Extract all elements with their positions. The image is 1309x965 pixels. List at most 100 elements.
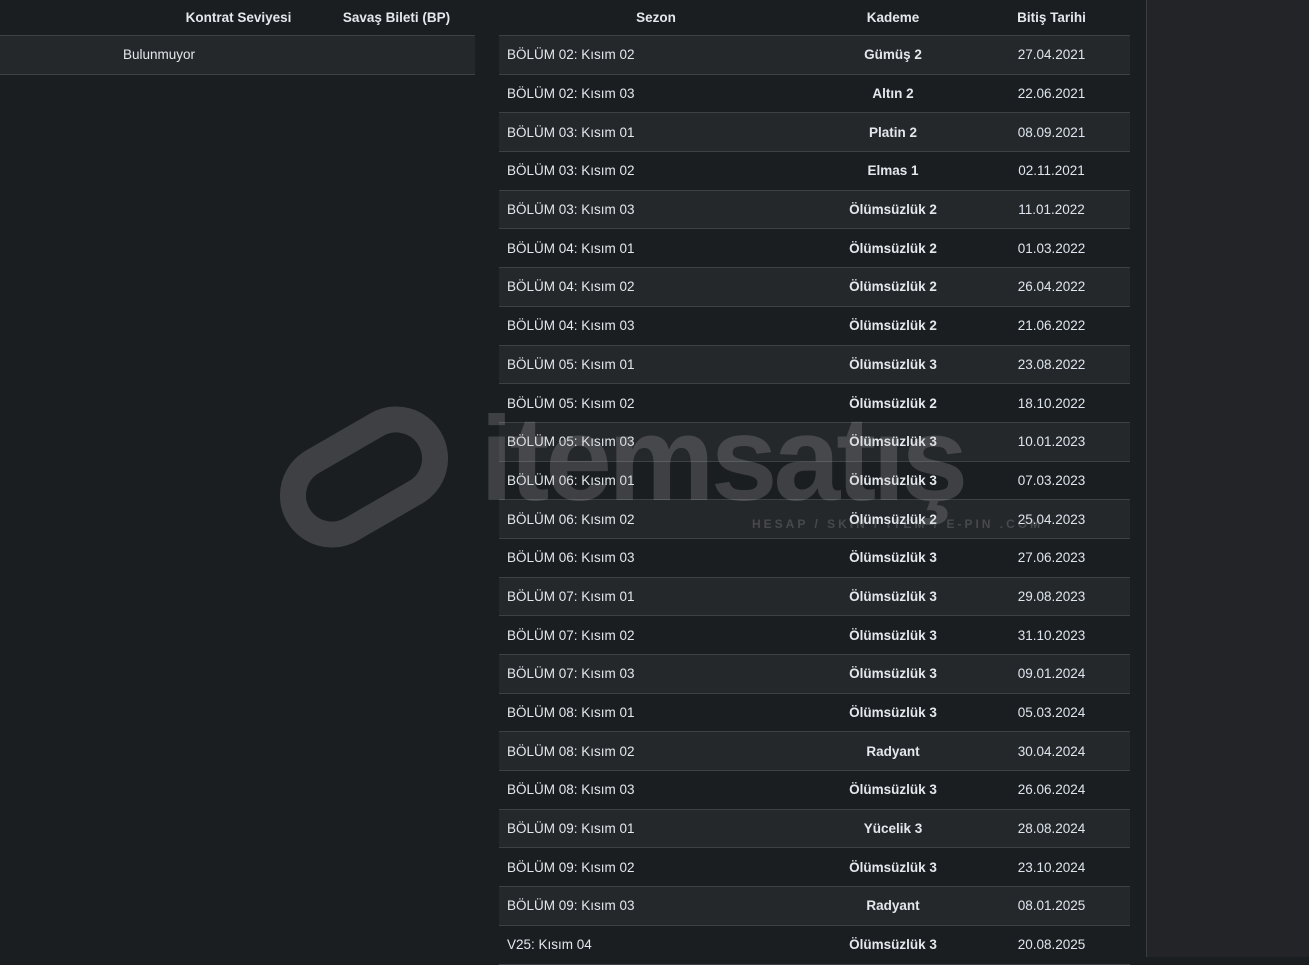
end-date-cell: 11.01.2022 [1018,202,1085,218]
table-row: BÖLÜM 05: Kısım 03 Ölümsüzlük 3 10.01.2023 [499,422,1130,462]
tier-cell: Ölümsüzlük 2 [849,240,937,256]
tier-cell: Ölümsüzlük 3 [849,550,937,566]
tier-cell: Ölümsüzlük 3 [849,937,937,953]
end-date-cell: 01.03.2022 [1017,240,1086,256]
tier-cell: Ölümsüzlük 2 [849,279,937,295]
tier-cell: Ölümsüzlük 2 [849,395,937,411]
tier-cell: Ölümsüzlük 2 [849,202,937,218]
season-cell: BÖLÜM 08: Kısım 03 [507,782,635,798]
end-date-cell: 29.08.2023 [1017,588,1086,604]
season-cell: BÖLÜM 07: Kısım 03 [507,666,635,682]
tier-cell: Radyant [866,743,920,759]
header-tier: Kademe [866,10,920,25]
tier-cell: Ölümsüzlük 3 [849,472,937,488]
watermark-logo-icon [260,387,468,567]
season-cell: BÖLÜM 08: Kısım 02 [507,743,635,759]
tier-cell: Yücelik 3 [863,821,923,837]
header-contract-level: Kontrat Seviyesi [185,10,292,25]
season-cell: BÖLÜM 03: Kısım 01 [507,124,635,140]
tier-cell: Ölümsüzlük 3 [849,859,937,875]
end-date-cell: 23.08.2022 [1017,356,1086,372]
tier-cell: Platin 2 [868,124,917,140]
tier-cell: Ölümsüzlük 3 [849,705,937,721]
season-cell: BÖLÜM 06: Kısım 02 [507,511,635,527]
season-cell: BÖLÜM 04: Kısım 02 [507,279,635,295]
tier-cell: Ölümsüzlük 2 [849,318,937,334]
season-cell: BÖLÜM 03: Kısım 02 [507,163,635,179]
season-cell: BÖLÜM 02: Kısım 02 [507,47,635,63]
season-cell: V25: Kısım 04 [507,937,592,953]
end-date-cell: 08.01.2025 [1017,898,1086,914]
tier-cell: Ölümsüzlük 2 [849,511,937,527]
season-table-header: Sezon Kademe Bitiş Tarihi [499,0,1130,36]
season-cell: BÖLÜM 07: Kısım 02 [507,627,635,643]
season-cell: BÖLÜM 05: Kısım 01 [507,356,635,372]
end-date-cell: 27.04.2021 [1017,47,1086,63]
table-row: BÖLÜM 09: Kısım 02 Ölümsüzlük 3 23.10.2024 [499,848,1130,888]
season-cell: BÖLÜM 04: Kısım 01 [507,240,635,256]
season-cell: BÖLÜM 05: Kısım 02 [507,395,635,411]
table-row: BÖLÜM 06: Kısım 02 Ölümsüzlük 2 25.04.2023 [499,500,1130,539]
table-row: BÖLÜM 09: Kısım 01 Yücelik 3 28.08.2024 [499,809,1130,849]
table-row: V25: Kısım 04 Ölümsüzlük 3 20.08.2025 [499,926,1130,965]
table-row: BÖLÜM 02: Kısım 02 Gümüş 2 27.04.2021 [499,36,1130,75]
table-row: BÖLÜM 07: Kısım 03 Ölümsüzlük 3 09.01.2024 [499,655,1130,694]
table-row: BÖLÜM 08: Kısım 01 Ölümsüzlük 3 05.03.2024 [499,694,1130,733]
table-row: BÖLÜM 04: Kısım 01 Ölümsüzlük 2 01.03.2022 [499,229,1130,269]
table-row: BÖLÜM 06: Kısım 01 Ölümsüzlük 3 07.03.2023 [499,462,1130,501]
tier-cell: Altın 2 [872,86,914,102]
season-cell: BÖLÜM 08: Kısım 01 [507,705,635,721]
season-cell: BÖLÜM 03: Kısım 03 [507,202,635,218]
tier-cell: Ölümsüzlük 3 [849,588,937,604]
table-row: BÖLÜM 05: Kısım 01 Ölümsüzlük 3 23.08.2022 [499,345,1130,385]
right-side-panel [1146,0,1309,957]
end-date-cell: 18.10.2022 [1017,395,1086,411]
contract-table-header: Kontrat Seviyesi Savaş Bileti (BP) [0,0,475,36]
contract-value: Bulunmuyor [122,47,196,63]
tier-cell: Gümüş 2 [864,47,922,63]
tier-cell: Ölümsüzlük 3 [849,666,937,682]
tier-cell: Ölümsüzlük 3 [849,434,937,450]
tier-cell: Ölümsüzlük 3 [849,356,937,372]
end-date-cell: 31.10.2023 [1017,627,1086,643]
header-battle-pass: Savaş Bileti (BP) [342,10,451,25]
table-row: BÖLÜM 04: Kısım 03 Ölümsüzlük 2 21.06.2022 [499,307,1130,346]
end-date-cell: 26.06.2024 [1017,782,1086,798]
table-row: BÖLÜM 03: Kısım 03 Ölümsüzlük 2 11.01.2022 [499,190,1130,230]
table-row: BÖLÜM 05: Kısım 02 Ölümsüzlük 2 18.10.2022 [499,384,1130,423]
table-row: BÖLÜM 06: Kısım 03 Ölümsüzlük 3 27.06.2023 [499,539,1130,578]
end-date-cell: 08.09.2021 [1017,124,1086,140]
season-cell: BÖLÜM 06: Kısım 03 [507,550,635,566]
season-cell: BÖLÜM 05: Kısım 03 [507,434,635,450]
season-cell: BÖLÜM 09: Kısım 02 [507,859,635,875]
table-row: BÖLÜM 02: Kısım 03 Altın 2 22.06.2021 [499,75,1130,114]
table-row: BÖLÜM 07: Kısım 02 Ölümsüzlük 3 31.10.2023 [499,616,1130,655]
table-row: BÖLÜM 07: Kısım 01 Ölümsüzlük 3 29.08.2023 [499,577,1130,617]
end-date-cell: 10.01.2023 [1017,434,1086,450]
season-table-body: BÖLÜM 02: Kısım 02 Gümüş 2 27.04.2021 BÖLÜM… [499,36,1130,965]
end-date-cell: 21.06.2022 [1017,318,1086,334]
end-date-cell: 22.06.2021 [1017,86,1086,102]
season-cell: BÖLÜM 09: Kısım 03 [507,898,635,914]
end-date-cell: 25.04.2023 [1017,511,1086,527]
header-end-date: Bitiş Tarihi [1017,10,1086,25]
tier-cell: Ölümsüzlük 3 [849,627,937,643]
contract-table: Kontrat Seviyesi Savaş Bileti (BP) Bulun… [0,0,475,75]
end-date-cell: 28.08.2024 [1017,821,1086,837]
end-date-cell: 02.11.2021 [1018,163,1085,179]
season-cell: BÖLÜM 07: Kısım 01 [507,588,635,604]
table-row: BÖLÜM 08: Kısım 03 Ölümsüzlük 3 26.06.2024 [499,771,1130,810]
table-row: BÖLÜM 04: Kısım 02 Ölümsüzlük 2 26.04.2022 [499,268,1130,307]
table-row: BÖLÜM 03: Kısım 02 Elmas 1 02.11.2021 [499,152,1130,191]
season-cell: BÖLÜM 04: Kısım 03 [507,318,635,334]
tier-cell: Radyant [866,898,920,914]
season-cell: BÖLÜM 09: Kısım 01 [507,821,635,837]
end-date-cell: 26.04.2022 [1017,279,1086,295]
end-date-cell: 30.04.2024 [1017,743,1086,759]
end-date-cell: 20.08.2025 [1017,937,1086,953]
tier-cell: Elmas 1 [867,163,919,179]
table-row: BÖLÜM 03: Kısım 01 Platin 2 08.09.2021 [499,113,1130,153]
season-rank-table: Sezon Kademe Bitiş Tarihi BÖLÜM 02: Kısı… [499,0,1130,965]
season-cell: BÖLÜM 06: Kısım 01 [507,472,635,488]
table-row: Bulunmuyor [0,36,475,75]
